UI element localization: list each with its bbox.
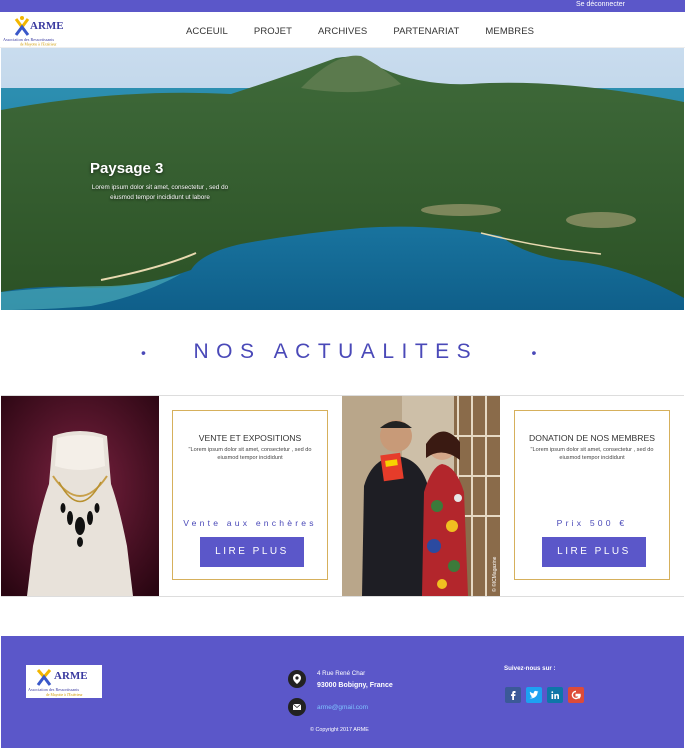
linkedin-icon[interactable] [547,687,563,703]
card-title: VENTE ET EXPOSITIONS [198,433,302,443]
card-title: DONATION DE NOS MEMBRES [529,433,655,443]
read-more-button[interactable]: LIRE PLUS [200,537,304,567]
nav-partenariat[interactable]: PARTENARIAT [393,26,459,37]
logo-text: ARME [30,20,64,32]
footer: ARME Association des Ressortissants de M… [1,636,684,748]
nav-accueil[interactable]: ACCEUIL [186,26,228,37]
logout-link[interactable]: Se déconnecter [576,1,625,8]
footer-logo-text: ARME [54,670,88,682]
envelope-icon [288,698,306,716]
necklace-image [1,396,159,596]
news-card-donation: DONATION DE NOS MEMBRES "Lorem ipsum dol… [514,410,670,580]
logo-subtext: Association des Ressortissants [3,37,55,42]
facebook-icon[interactable] [505,687,521,703]
email-link[interactable]: arme@gmail.com [317,704,368,711]
read-more-button[interactable]: LIRE PLUS [542,537,646,567]
card-tag: Vente aux enchères [183,518,317,528]
copyright: © Copyright 2017 ARME [310,727,369,733]
hero-title: Paysage 3 [90,160,164,177]
photo-credit: © ©ICMagazine [491,556,498,592]
hero-landscape-image [1,48,684,310]
section-title-text: NOS ACTUALITES [193,340,479,363]
footer-logo[interactable]: ARME Association des Ressortissants de M… [26,665,102,698]
location-pin-icon [288,670,306,688]
nav-projet[interactable]: PROJET [254,26,292,37]
twitter-icon[interactable] [526,687,542,703]
hero-subtitle: Lorem ipsum dolor sit amet, consectetur … [91,184,229,201]
main-nav: ACCEUIL PROJET ARCHIVES PARTENARIAT MEMB… [186,26,560,37]
hero-carousel[interactable]: Paysage 3 Lorem ipsum dolor sit amet, co… [1,48,684,310]
footer-logo-subtext2: de Mayotte à l'Extérieur [46,693,83,697]
card-tag: Prix 500 € [556,518,628,528]
nav-membres[interactable]: MEMBRES [485,26,534,37]
address-city: 93000 Bobigny, France [317,682,393,689]
nav-archives[interactable]: ARCHIVES [318,26,367,37]
section-title: • NOS ACTUALITES • [0,340,685,364]
news-card-sales: VENTE ET EXPOSITIONS "Lorem ipsum dolor … [172,410,328,580]
top-bar: Se déconnecter [0,0,685,12]
address-street: 4 Rue René Char [317,670,366,677]
card-description: "Lorem ipsum dolor sit amet, consectetur… [530,447,654,461]
header: ARME Association des Ressortissants de M… [0,12,685,48]
google-plus-icon[interactable] [568,687,584,703]
card-description: "Lorem ipsum dolor sit amet, consectetur… [188,447,312,461]
members-photo: © ©ICMagazine [342,396,500,596]
news-row: VENTE ET EXPOSITIONS "Lorem ipsum dolor … [1,395,684,597]
footer-logo-subtext: Association des Ressortissants [28,687,80,692]
title-dot-right: • [531,344,544,361]
site-logo[interactable]: ARME Association des Ressortissants de M… [2,15,74,47]
logo-subtext2: de Mayotte à l'Extérieur [20,43,57,47]
follow-label: Suivez-nous sur : [504,665,556,672]
title-dot-left: • [141,344,154,361]
